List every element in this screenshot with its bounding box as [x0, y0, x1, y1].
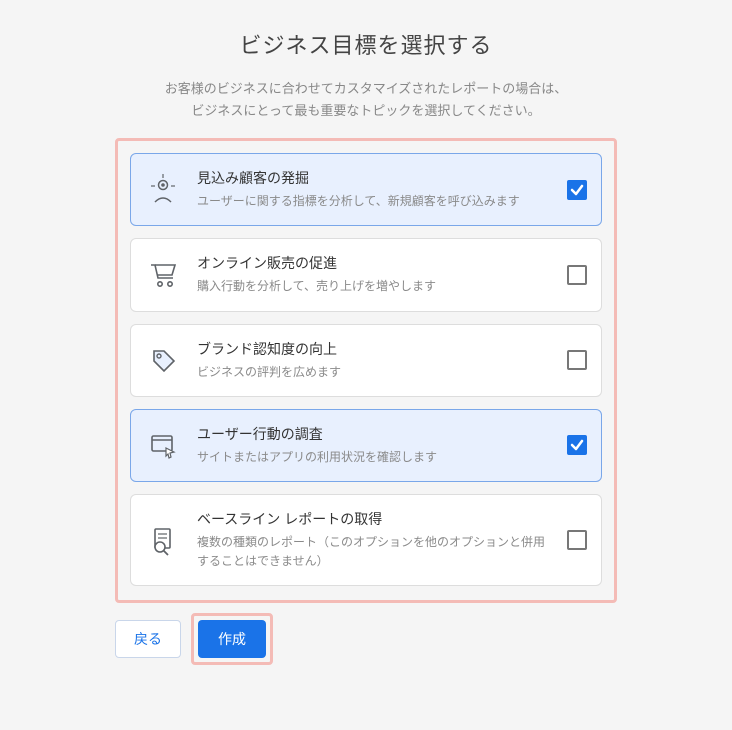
create-highlight-box: 作成: [191, 613, 273, 665]
option-desc: 複数の種類のレポート（このオプションを他のオプションと併用することはできません）: [197, 533, 553, 571]
option-text: ブランド認知度の向上 ビジネスの評判を広めます: [197, 339, 553, 382]
cart-icon: [143, 255, 183, 295]
option-checkbox[interactable]: [567, 265, 587, 285]
option-checkbox[interactable]: [567, 180, 587, 200]
option-desc: ビジネスの評判を広めます: [197, 363, 553, 382]
option-checkbox[interactable]: [567, 350, 587, 370]
option-desc: サイトまたはアプリの利用状況を確認します: [197, 448, 553, 467]
report-magnify-icon: [143, 520, 183, 560]
page-subtitle: お客様のビジネスに合わせてカスタマイズされたレポートの場合は、 ビジネスにとって…: [165, 78, 568, 122]
option-desc: ユーザーに関する指標を分析して、新規顧客を呼び込みます: [197, 192, 553, 211]
option-title: 見込み顧客の発掘: [197, 168, 553, 188]
window-cursor-icon: [143, 425, 183, 465]
person-target-icon: [143, 170, 183, 210]
option-checkbox[interactable]: [567, 530, 587, 550]
page-title: ビジネス目標を選択する: [239, 28, 492, 60]
option-title: オンライン販売の促進: [197, 253, 553, 273]
option-lead-gen[interactable]: 見込み顧客の発掘 ユーザーに関する指標を分析して、新規顧客を呼び込みます: [130, 153, 602, 226]
option-checkbox[interactable]: [567, 435, 587, 455]
option-title: ベースライン レポートの取得: [197, 509, 553, 529]
option-text: オンライン販売の促進 購入行動を分析して、売り上げを増やします: [197, 253, 553, 296]
option-online-sales[interactable]: オンライン販売の促進 購入行動を分析して、売り上げを増やします: [130, 238, 602, 311]
option-text: ベースライン レポートの取得 複数の種類のレポート（このオプションを他のオプショ…: [197, 509, 553, 571]
option-baseline-report[interactable]: ベースライン レポートの取得 複数の種類のレポート（このオプションを他のオプショ…: [130, 494, 602, 586]
option-text: ユーザー行動の調査 サイトまたはアプリの利用状況を確認します: [197, 424, 553, 467]
option-text: 見込み顧客の発掘 ユーザーに関する指標を分析して、新規顧客を呼び込みます: [197, 168, 553, 211]
options-highlight-box: 見込み顧客の発掘 ユーザーに関する指標を分析して、新規顧客を呼び込みます オンラ…: [115, 138, 617, 603]
tag-icon: [143, 340, 183, 380]
subtitle-line2: ビジネスにとって最も重要なトピックを選択してください。: [191, 103, 540, 118]
option-title: ブランド認知度の向上: [197, 339, 553, 359]
option-brand-awareness[interactable]: ブランド認知度の向上 ビジネスの評判を広めます: [130, 324, 602, 397]
create-button[interactable]: 作成: [198, 620, 266, 658]
bottom-row: 戻る 作成: [115, 613, 617, 665]
back-button[interactable]: 戻る: [115, 620, 181, 658]
option-title: ユーザー行動の調査: [197, 424, 553, 444]
subtitle-line1: お客様のビジネスに合わせてカスタマイズされたレポートの場合は、: [165, 81, 568, 96]
option-user-behavior[interactable]: ユーザー行動の調査 サイトまたはアプリの利用状況を確認します: [130, 409, 602, 482]
option-desc: 購入行動を分析して、売り上げを増やします: [197, 277, 553, 296]
